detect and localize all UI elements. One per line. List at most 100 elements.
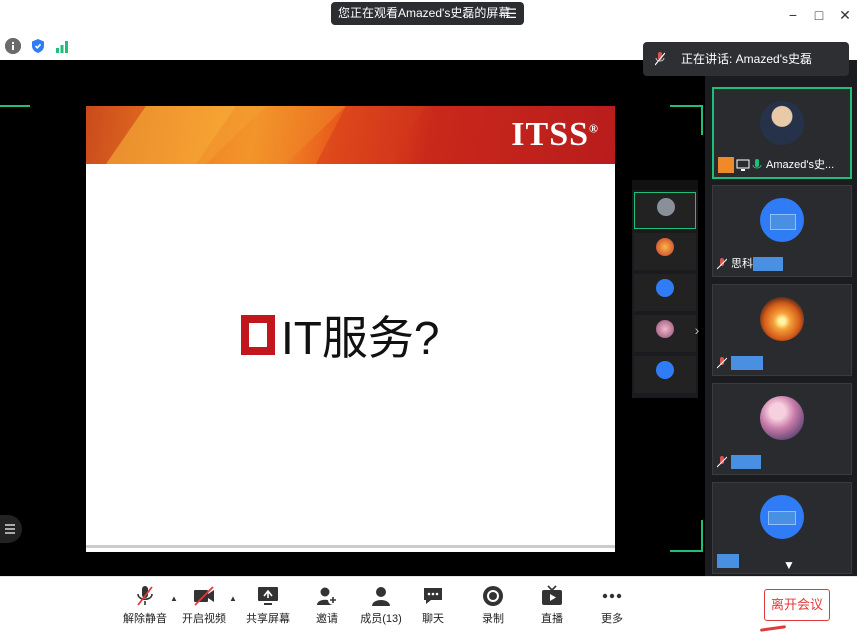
mini-tile: [634, 233, 696, 270]
add-user-icon: [317, 587, 338, 605]
invite-label: 邀请: [316, 613, 338, 625]
more-button[interactable]: 更多: [584, 585, 640, 631]
avatar: [656, 238, 674, 256]
avatar: [656, 320, 674, 338]
share-screen-icon: [258, 587, 278, 605]
frame-corner: [670, 105, 703, 107]
members-button[interactable]: 成员(13): [353, 585, 409, 631]
more-label: 更多: [601, 613, 623, 625]
redacted-name: [731, 455, 761, 469]
participant-label: [717, 454, 761, 470]
signal-icon[interactable]: [54, 38, 70, 54]
mic-icon: [752, 159, 762, 171]
unmute-button[interactable]: 解除静音: [117, 585, 173, 631]
share-screen-label: 共享屏幕: [246, 613, 290, 625]
mini-tile: [634, 274, 696, 311]
info-icon[interactable]: [5, 38, 21, 54]
host-icon: [718, 157, 734, 173]
shield-icon[interactable]: [30, 38, 46, 54]
chat-label: 聊天: [422, 613, 444, 625]
frame-corner: [701, 105, 703, 135]
redacted-name: [753, 257, 783, 271]
participant-label: [717, 553, 739, 569]
invite-button[interactable]: 邀请: [299, 585, 355, 631]
speaking-text: 正在讲话: Amazed's史磊: [681, 52, 812, 66]
frame-corner: [701, 520, 703, 552]
chat-icon: [424, 588, 442, 604]
participant-name: Amazed's史...: [766, 159, 835, 171]
participant-name: 思科: [731, 258, 753, 270]
members-label: 成员(13): [360, 613, 402, 625]
avatar: [760, 198, 804, 242]
record-button[interactable]: 录制: [465, 585, 521, 631]
close-button[interactable]: ✕: [836, 6, 854, 24]
avatar: [760, 101, 804, 145]
window-titlebar: 您正在观看Amazed's史磊的屏幕 ☰ − □ ✕: [0, 0, 857, 32]
mini-tile: [634, 356, 696, 393]
record-label: 录制: [482, 613, 504, 625]
mini-strip-header: [632, 180, 698, 190]
presentation-slide: ITSS® IT服务?: [86, 106, 615, 552]
red-mark: [759, 625, 787, 632]
live-button[interactable]: 直播: [524, 585, 580, 631]
live-label: 直播: [541, 613, 563, 625]
redacted-name: [731, 356, 763, 370]
mic-off-icon: [655, 52, 665, 66]
mic-off-icon: [717, 456, 727, 468]
participant-label: [717, 355, 763, 371]
participant-tile[interactable]: [712, 284, 852, 376]
avatar: [656, 361, 674, 379]
frame-corner: [0, 105, 30, 107]
avatar: [760, 495, 804, 539]
red-square-bullet: [241, 315, 275, 355]
menu-icon[interactable]: ☰: [505, 2, 517, 25]
shared-mini-participant-strip: [632, 180, 698, 398]
chat-button[interactable]: 聊天: [405, 585, 461, 631]
maximize-button[interactable]: □: [810, 6, 828, 24]
slide-header-banner: ITSS®: [86, 106, 615, 164]
participant-tile[interactable]: Amazed's史...: [712, 87, 852, 179]
itss-logo: ITSS®: [511, 116, 599, 153]
live-icon: [542, 585, 562, 605]
unmute-label: 解除静音: [123, 613, 167, 625]
avatar: [657, 198, 675, 216]
speaking-indicator: 正在讲话: Amazed's史磊: [643, 42, 849, 76]
frame-corner: [670, 550, 703, 552]
mic-off-icon: [137, 586, 153, 606]
chevron-right-icon[interactable]: ›: [690, 312, 704, 348]
participant-tile[interactable]: [712, 383, 852, 475]
avatar: [656, 279, 674, 297]
participant-label: Amazed's史...: [718, 157, 834, 173]
mini-tile: [634, 315, 696, 352]
participant-tile[interactable]: [712, 482, 852, 574]
meeting-toolbar: 解除静音 ▲ 开启视频 ▲ 共享屏幕 邀请 成员(13) 聊天 录制 直播 更多…: [0, 576, 857, 635]
participant-panel: Amazed's史... 思科 ▼: [705, 60, 857, 576]
caret-up-icon[interactable]: ▲: [229, 594, 237, 603]
share-notice-text: 您正在观看Amazed's史磊的屏幕: [338, 6, 511, 20]
record-icon: [483, 586, 503, 606]
scroll-down-icon[interactable]: ▼: [783, 558, 795, 572]
mini-tile: [634, 192, 696, 229]
user-icon: [372, 587, 390, 606]
slide-footer-line: [86, 545, 615, 548]
slide-title: IT服务?: [241, 302, 439, 368]
participant-tile[interactable]: 思科: [712, 185, 852, 277]
screen-share-notice[interactable]: 您正在观看Amazed's史磊的屏幕 ☰: [331, 2, 524, 25]
list-icon: [5, 524, 15, 534]
redacted-name: [717, 554, 739, 568]
start-video-button[interactable]: 开启视频: [176, 585, 232, 631]
minimize-button[interactable]: −: [784, 6, 802, 24]
mic-off-icon: [717, 258, 727, 270]
avatar: [760, 396, 804, 440]
slide-title-text: IT服务?: [281, 312, 440, 364]
screen-share-icon: [736, 159, 750, 171]
share-screen-button[interactable]: 共享屏幕: [240, 585, 296, 631]
more-icon: [602, 593, 622, 599]
side-drawer-handle[interactable]: [0, 515, 22, 543]
start-video-label: 开启视频: [182, 613, 226, 625]
participant-label: 思科: [717, 256, 783, 272]
avatar: [760, 297, 804, 341]
leave-meeting-button[interactable]: 离开会议: [764, 589, 830, 621]
mic-off-icon: [717, 357, 727, 369]
video-off-icon: [194, 586, 214, 606]
